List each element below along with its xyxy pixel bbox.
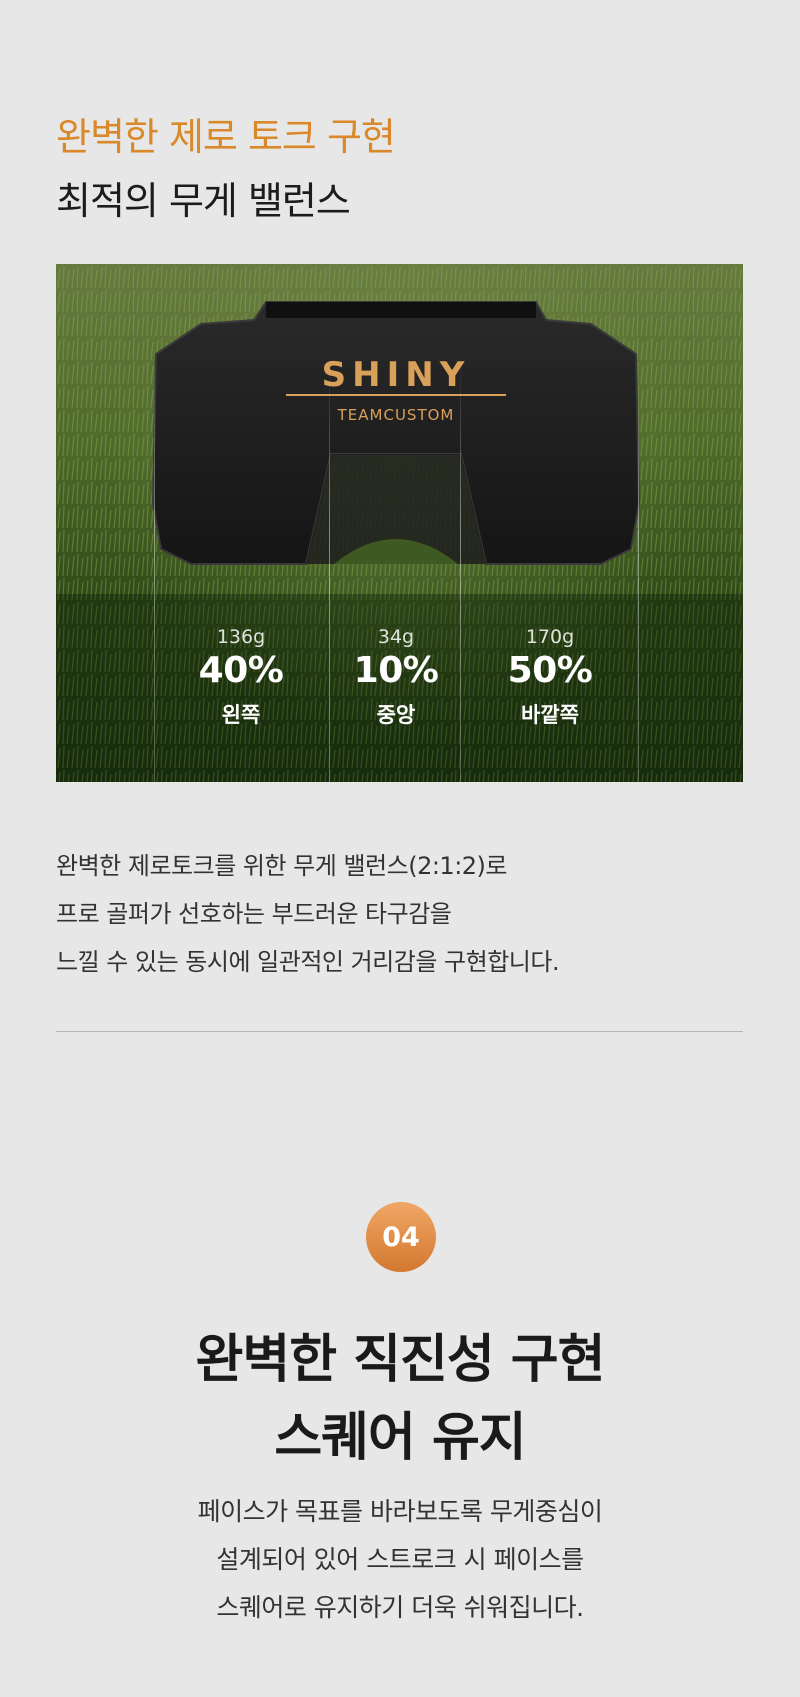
stat-weight: 136g [216, 626, 266, 648]
guide-line [638, 364, 639, 782]
stat-center: 34g 10% 중앙 [336, 626, 456, 729]
description-line: 페이스가 목표를 바라보도록 무게중심이 [197, 1497, 603, 1526]
description-line: 설계되어 있어 스트로크 시 페이스를 [216, 1545, 584, 1574]
balance-description: 완벽한 제로토크를 위한 무게 밸런스(2:1:2)로 프로 골퍼가 선호하는 … [56, 842, 560, 986]
divider [56, 1031, 743, 1032]
guide-line [154, 364, 155, 782]
stat-position: 왼쪽 [221, 703, 261, 727]
feature-title-line: 스퀘어 유지 [274, 1408, 526, 1468]
description-line: 느낄 수 있는 동시에 일관적인 거리감을 구현합니다. [56, 948, 560, 976]
section-subtitle: 최적의 무게 밸런스 [56, 179, 351, 223]
stat-weight: 170g [525, 626, 575, 648]
guide-line [329, 364, 330, 782]
step-badge: 04 [366, 1202, 436, 1272]
sub-brand: TEAMCUSTOM [337, 406, 455, 424]
description-line: 스퀘어로 유지하기 더욱 쉬워집니다. [216, 1593, 584, 1622]
stat-weight: 34g [377, 626, 415, 648]
stat-position: 중앙 [376, 703, 416, 727]
stat-percent: 40% [198, 650, 284, 691]
stat-left: 136g 40% 왼쪽 [181, 626, 301, 729]
brand-logo: SHINY [322, 355, 471, 395]
product-photo: SHINY TEAMCUSTOM 136g 40% 왼쪽 34g 10% 중앙 … [56, 264, 743, 782]
stat-percent: 10% [353, 650, 439, 691]
description-line: 프로 골퍼가 선호하는 부드러운 타구감을 [56, 900, 452, 928]
guide-line [460, 364, 461, 782]
stat-position: 바깥쪽 [521, 703, 579, 727]
feature-description: 페이스가 목표를 바라보도록 무게중심이 설계되어 있어 스트로크 시 페이스를… [0, 1488, 800, 1632]
stat-outer: 170g 50% 바깥쪽 [490, 626, 610, 729]
description-line: 완벽한 제로토크를 위한 무게 밸런스(2:1:2)로 [56, 852, 508, 880]
stat-percent: 50% [507, 650, 593, 691]
section-title: 완벽한 제로 토크 구현 [56, 115, 396, 159]
feature-title-line: 완벽한 직진성 구현 [195, 1330, 606, 1390]
